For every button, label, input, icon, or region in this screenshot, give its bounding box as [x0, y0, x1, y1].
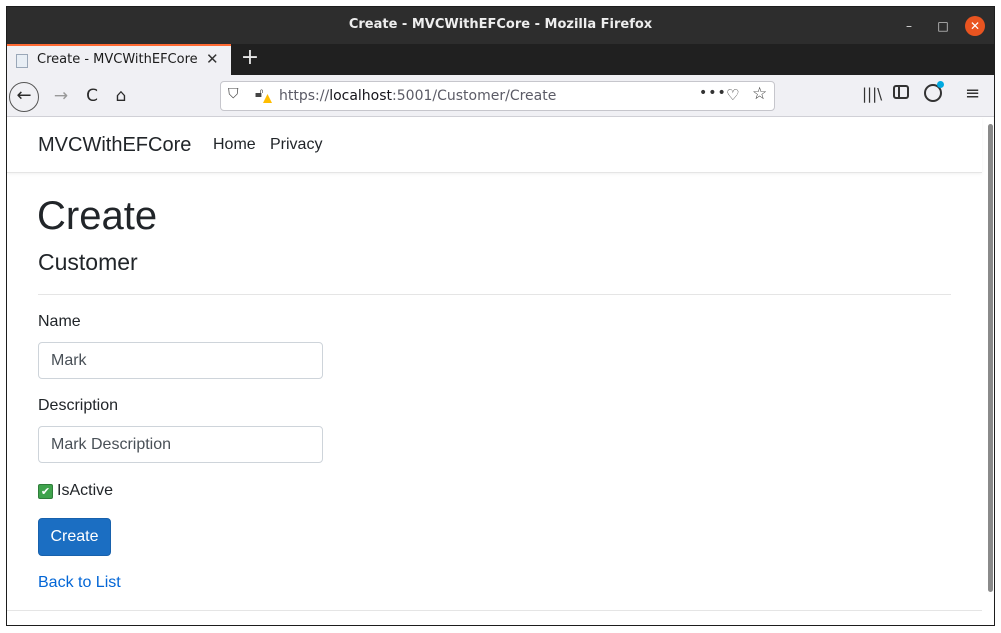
- site-navbar: MVCWithEFCore Home Privacy: [7, 118, 982, 173]
- tab-bar: Create - MVCWithEFCore ✕ +: [7, 44, 994, 75]
- divider: [38, 294, 951, 295]
- account-icon[interactable]: [924, 81, 944, 102]
- create-button[interactable]: Create: [38, 518, 111, 556]
- maximize-button[interactable]: □: [933, 16, 953, 36]
- url-host: localhost: [329, 88, 393, 104]
- description-input[interactable]: [38, 426, 323, 463]
- reload-button[interactable]: C: [80, 84, 104, 108]
- tracking-shield-icon[interactable]: ⛉: [228, 86, 239, 102]
- page-actions-icon[interactable]: •••: [699, 85, 727, 101]
- library-icon[interactable]: |||\: [862, 85, 882, 103]
- sidebar-icon[interactable]: [893, 85, 909, 99]
- nav-link-privacy[interactable]: Privacy: [270, 136, 322, 154]
- url-text[interactable]: https://localhost:5001/Customer/Create: [279, 88, 556, 104]
- navigation-toolbar: ← → C ⌂ ⛉ 🔓︎ https://localhost:5001/Cust…: [7, 75, 994, 117]
- vertical-scrollbar[interactable]: [988, 124, 993, 592]
- tab-label: Create - MVCWithEFCore: [37, 52, 198, 67]
- page-title: Create: [37, 194, 158, 238]
- url-path: :5001/Customer/Create: [392, 88, 557, 104]
- back-button[interactable]: ←: [9, 82, 39, 112]
- minimize-button[interactable]: –: [899, 16, 919, 36]
- close-window-button[interactable]: ✕: [965, 16, 985, 36]
- back-to-list-link[interactable]: Back to List: [38, 574, 121, 592]
- page-subtitle: Customer: [38, 249, 138, 275]
- notification-dot: [937, 81, 944, 88]
- isactive-checkbox[interactable]: ✔: [38, 484, 53, 499]
- page-favicon-icon: [16, 54, 28, 68]
- new-tab-button[interactable]: +: [239, 45, 261, 70]
- window-title: Create - MVCWithEFCore - Mozilla Firefox: [348, 17, 653, 32]
- browser-window: Create - MVCWithEFCore - Mozilla Firefox…: [6, 6, 995, 626]
- url-scheme: https://: [279, 88, 330, 104]
- description-label: Description: [38, 397, 119, 414]
- title-bar: Create - MVCWithEFCore - Mozilla Firefox…: [7, 7, 994, 44]
- home-button[interactable]: ⌂: [109, 84, 133, 108]
- address-bar[interactable]: ⛉ 🔓︎ https://localhost:5001/Customer/Cre…: [220, 81, 775, 111]
- name-input[interactable]: [38, 342, 323, 379]
- bookmark-star-icon[interactable]: ☆: [752, 84, 767, 104]
- footer-divider: [7, 610, 982, 611]
- site-brand-link[interactable]: MVCWithEFCore: [38, 134, 191, 157]
- isactive-label[interactable]: IsActive: [57, 482, 113, 500]
- page-viewport: MVCWithEFCore Home Privacy Create Custom…: [7, 118, 994, 625]
- warning-icon: [263, 94, 272, 103]
- pocket-icon[interactable]: ♡: [726, 86, 739, 104]
- tab-create[interactable]: Create - MVCWithEFCore ✕: [7, 44, 231, 75]
- name-label: Name: [38, 313, 81, 330]
- hamburger-menu-icon[interactable]: ≡: [965, 83, 980, 104]
- close-tab-icon[interactable]: ✕: [206, 50, 219, 68]
- forward-button[interactable]: →: [49, 84, 73, 108]
- nav-link-home[interactable]: Home: [213, 136, 256, 154]
- insecure-lock-icon[interactable]: 🔓︎: [255, 86, 263, 101]
